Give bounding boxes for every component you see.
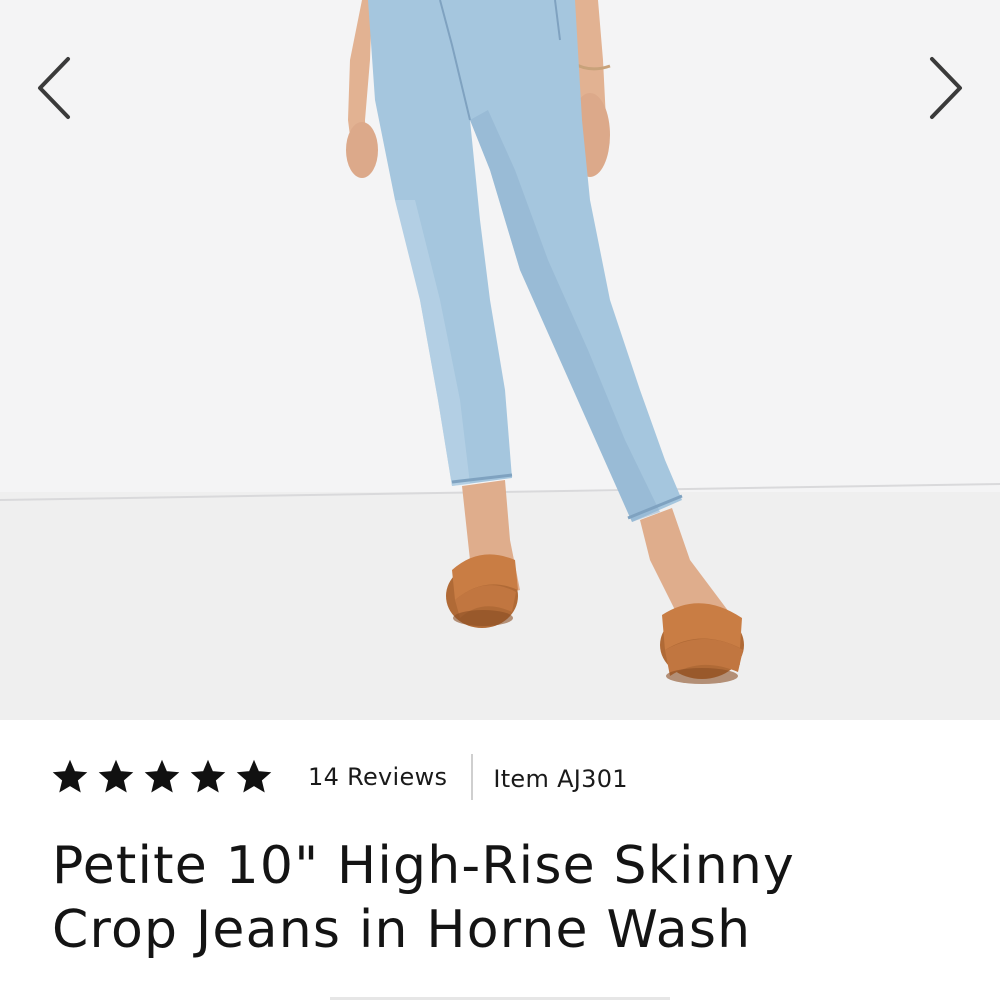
divider	[471, 754, 474, 800]
star-icon	[98, 759, 134, 793]
product-title-line-2: Crop Jeans in Horne Wash	[52, 900, 752, 960]
star-icon	[52, 759, 88, 793]
star-icon	[190, 759, 226, 793]
item-number: Item AJ301	[493, 765, 628, 793]
star-icon	[236, 759, 272, 793]
previous-image-button[interactable]	[32, 52, 76, 124]
next-image-button[interactable]	[924, 52, 968, 124]
product-page: 14 Reviews Item AJ301 Petite 10" High-Ri…	[0, 0, 1000, 1000]
reviews-link[interactable]: 14 Reviews	[308, 763, 447, 791]
product-image-carousel[interactable]	[0, 0, 1000, 720]
rating-row: 14 Reviews Item AJ301	[52, 754, 628, 800]
product-title-line-1: Petite 10" High-Rise Skinny	[52, 836, 795, 896]
product-photo	[0, 0, 1000, 720]
star-rating[interactable]	[52, 759, 272, 795]
chevron-left-icon	[38, 57, 70, 119]
chevron-right-icon	[930, 57, 962, 119]
product-info: 14 Reviews Item AJ301 Petite 10" High-Ri…	[0, 720, 1000, 1000]
star-icon	[144, 759, 180, 793]
product-title: Petite 10" High-Rise Skinny Crop Jeans i…	[52, 834, 972, 962]
